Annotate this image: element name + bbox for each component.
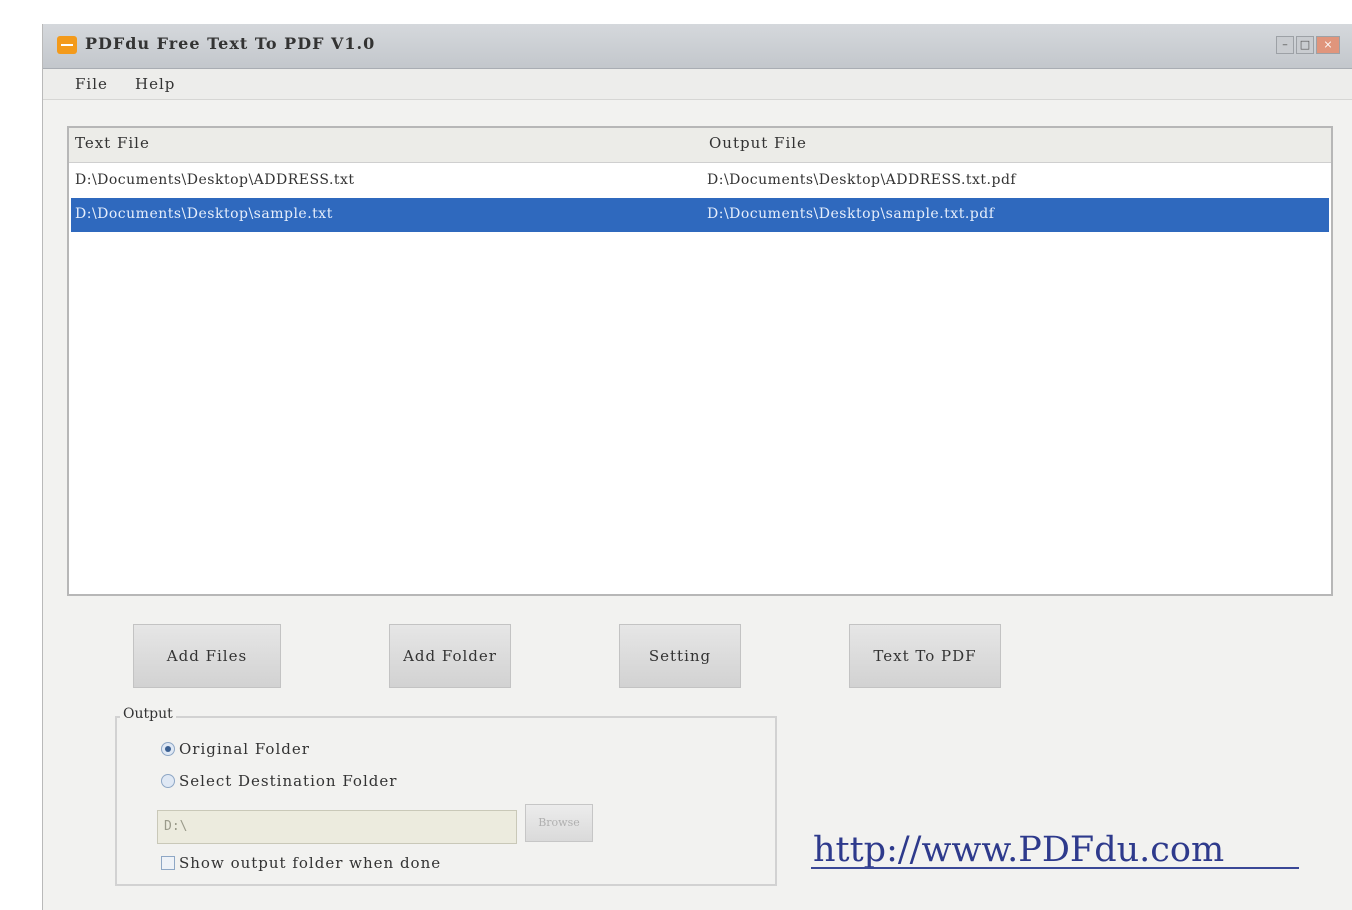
table-row[interactable]: D:\Documents\Desktop\ADDRESS.txt D:\Docu… <box>71 164 1329 198</box>
output-file-cell: D:\Documents\Desktop\ADDRESS.txt.pdf <box>707 172 1017 188</box>
maximize-icon[interactable]: □ <box>1296 36 1314 54</box>
add-files-button[interactable]: Add Files <box>133 624 281 688</box>
output-legend: Output <box>120 706 176 722</box>
app-icon <box>57 36 77 54</box>
original-folder-label: Original Folder <box>179 740 310 758</box>
text-file-cell: D:\Documents\Desktop\sample.txt <box>75 206 333 222</box>
output-groupbox: Output Original Folder Select Destinatio… <box>115 706 777 886</box>
title-bar: PDFdu Free Text To PDF V1.0 – □ × <box>43 24 1352 69</box>
menu-file[interactable]: File <box>75 75 108 93</box>
original-folder-option[interactable]: Original Folder <box>161 740 310 758</box>
minimize-icon[interactable]: – <box>1276 36 1294 54</box>
window-controls: – □ × <box>1276 36 1340 54</box>
browse-button[interactable]: Browse <box>525 804 593 842</box>
file-list[interactable]: Text File Output File D:\Documents\Deskt… <box>67 126 1333 596</box>
menu-help[interactable]: Help <box>135 75 175 93</box>
radio-original-folder[interactable] <box>161 742 175 756</box>
radio-select-destination[interactable] <box>161 774 175 788</box>
show-output-option[interactable]: Show output folder when done <box>161 854 441 872</box>
show-output-label: Show output folder when done <box>179 854 442 872</box>
destination-path-input[interactable]: D:\ <box>157 810 517 844</box>
select-destination-label: Select Destination Folder <box>179 772 398 790</box>
close-icon[interactable]: × <box>1316 36 1340 54</box>
select-destination-option[interactable]: Select Destination Folder <box>161 772 397 790</box>
text-file-cell: D:\Documents\Desktop\ADDRESS.txt <box>75 172 355 188</box>
show-output-checkbox[interactable] <box>161 856 175 870</box>
window-title: PDFdu Free Text To PDF V1.0 <box>85 34 376 53</box>
table-row-selected[interactable]: D:\Documents\Desktop\sample.txt D:\Docum… <box>71 198 1329 232</box>
menu-bar: File Help <box>43 69 1352 100</box>
text-to-pdf-button[interactable]: Text To PDF <box>849 624 1001 688</box>
link-underline <box>811 867 1299 869</box>
column-header-output-file[interactable]: Output File <box>709 134 807 152</box>
website-link[interactable]: http://www.PDFdu.com <box>813 830 1224 870</box>
output-file-cell: D:\Documents\Desktop\sample.txt.pdf <box>707 206 995 222</box>
list-header: Text File Output File <box>69 128 1331 163</box>
setting-button[interactable]: Setting <box>619 624 741 688</box>
app-window: PDFdu Free Text To PDF V1.0 – □ × File H… <box>42 24 1352 910</box>
column-header-text-file[interactable]: Text File <box>75 134 150 152</box>
add-folder-button[interactable]: Add Folder <box>389 624 511 688</box>
